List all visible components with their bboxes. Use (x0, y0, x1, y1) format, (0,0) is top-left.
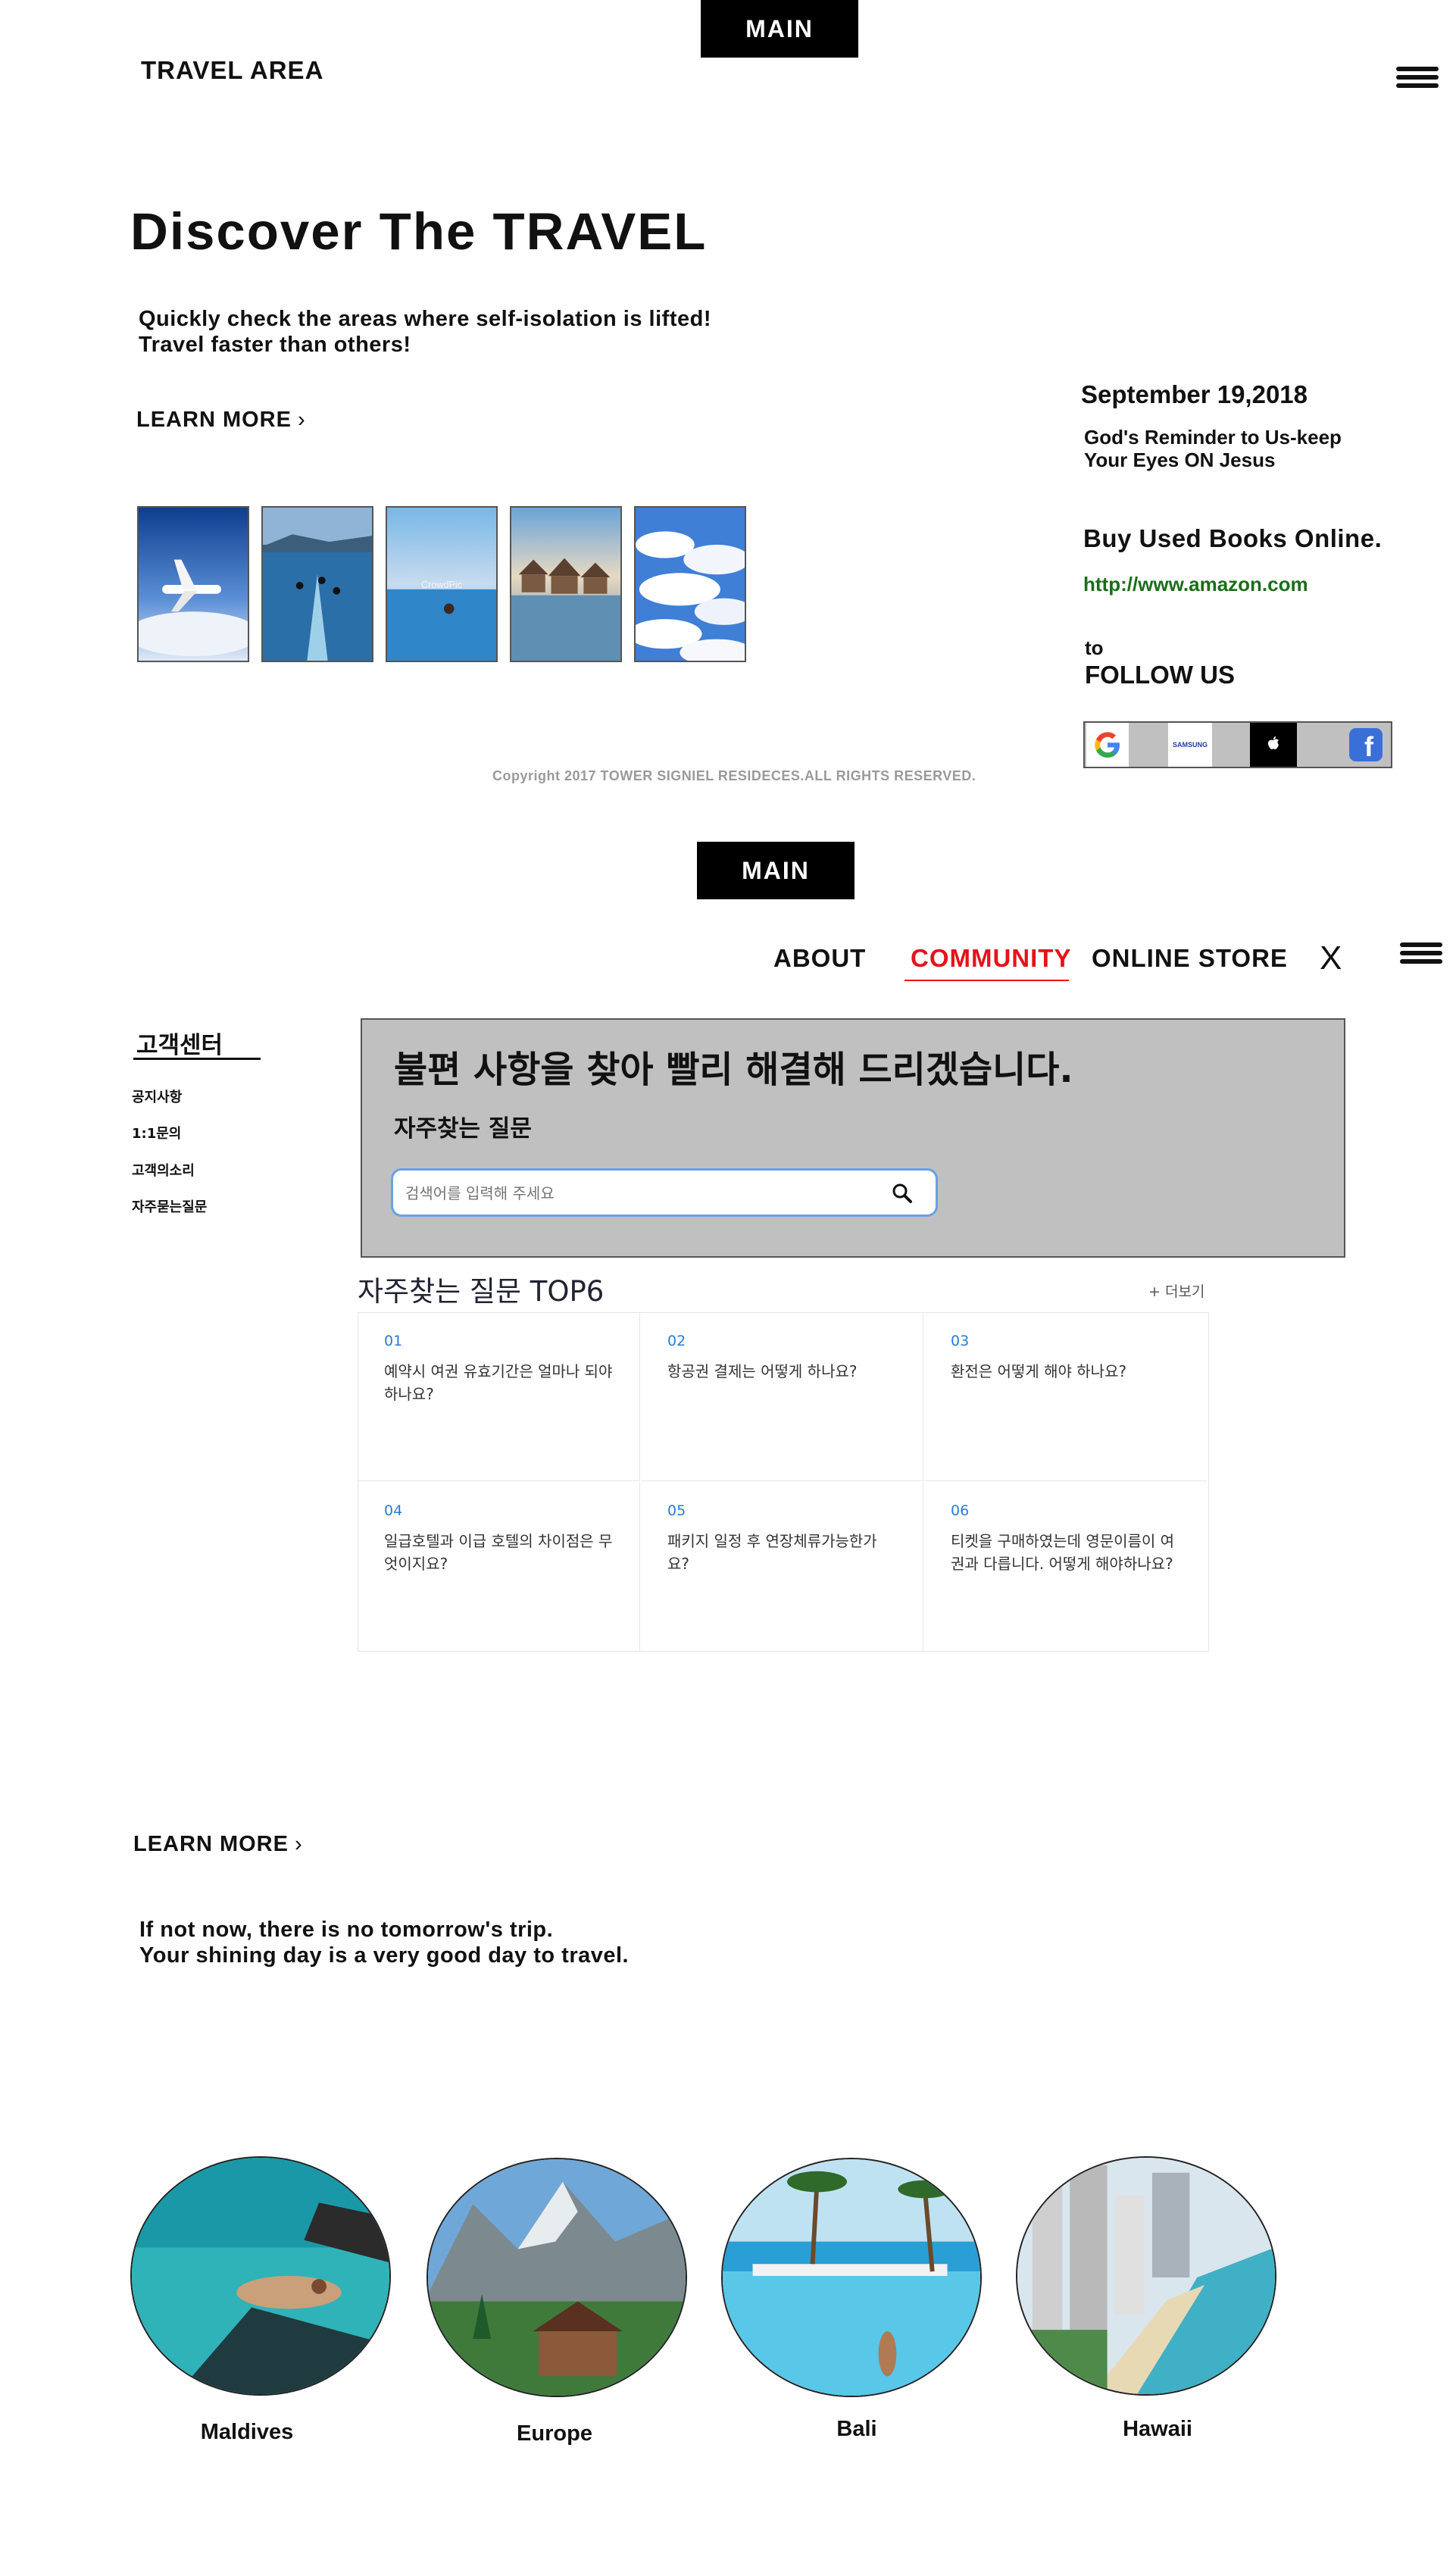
main-tab[interactable]: MAIN (697, 842, 855, 899)
hero-subtitle-line: Quickly check the areas where self-isola… (139, 307, 711, 331)
photo-divers[interactable] (261, 506, 373, 662)
search-box (391, 1168, 938, 1217)
faq-number: 02 (667, 1333, 686, 1349)
search-input[interactable] (404, 1178, 861, 1208)
follow-title: FOLLOW US (1085, 661, 1235, 689)
hero-title: Discover The TRAVEL (130, 202, 708, 261)
learn-more-label: LEARN MORE (136, 408, 292, 432)
faq-item[interactable]: 01 예약시 여권 유효기간은 얼마나 되야 하나요? (358, 1313, 640, 1481)
faq-item[interactable]: 05 패키지 일정 후 연장체류가능한가요? (642, 1483, 923, 1651)
watermark: CrowdPic (421, 580, 463, 590)
chevron-right-icon: › (294, 1832, 303, 1856)
nav-online-store[interactable]: ONLINE STORE (1092, 944, 1288, 973)
faq-question: 패키지 일정 후 연장체류가능한가요? (667, 1532, 877, 1573)
sidebar-divider (133, 1058, 261, 1060)
faq-item[interactable]: 06 티켓을 구매하였는데 영문이름이 여권과 다릅니다. 어떻게 해야하나요? (925, 1483, 1207, 1651)
faq-more-link[interactable]: + 더보기 (1148, 1280, 1204, 1301)
books-title: Buy Used Books Online. (1083, 524, 1383, 552)
books-link[interactable]: http://www.amazon.com (1083, 573, 1308, 596)
chevron-right-icon: › (297, 408, 306, 432)
hero-subtitle-line: Travel faster than others! (139, 333, 411, 357)
apple-icon[interactable] (1250, 723, 1297, 767)
destination-label[interactable]: Europe (441, 2421, 668, 2446)
faq-number: 06 (951, 1502, 970, 1519)
faq-item[interactable]: 03 환전은 어떻게 해야 하나요? (925, 1313, 1207, 1481)
hero-subtitle: Quickly check the areas where self-isola… (139, 306, 711, 358)
sidebar-item-voice[interactable]: 고객의소리 (132, 1160, 195, 1180)
facebook-glyph: f (1364, 731, 1374, 762)
nav-active-underline (905, 980, 1069, 981)
photo-water-bungalows[interactable] (510, 506, 622, 662)
banner-title: 불편 사항을 찾아 빨리 해결해 드리겠습니다. (394, 1049, 1073, 1091)
faq-number: 03 (951, 1333, 970, 1349)
photo-infinity-pool[interactable]: CrowdPic (386, 506, 498, 662)
tagline-line: If not now, there is no tomorrow's trip. (139, 1918, 554, 1942)
faq-number: 01 (384, 1333, 403, 1349)
faq-grid: 01 예약시 여권 유효기간은 얼마나 되야 하나요? 02 항공권 결제는 어… (358, 1312, 1209, 1652)
learn-more-link[interactable]: LEARN MORE › (136, 408, 306, 433)
faq-item[interactable]: 02 항공권 결제는 어떻게 하나요? (642, 1313, 923, 1481)
hamburger-icon[interactable] (1396, 67, 1439, 92)
social-bar: SAMSUNG f (1083, 721, 1392, 768)
aside-note: God's Reminder to Us-keep Your Eyes ON J… (1084, 426, 1342, 471)
destination-label[interactable]: Maldives (133, 2420, 361, 2445)
faq-number: 04 (384, 1502, 403, 1519)
sidebar-title: 고객센터 (136, 1032, 223, 1059)
photo-airplane[interactable] (137, 506, 249, 662)
nav-community[interactable]: COMMUNITY (911, 944, 1071, 973)
brand-logo[interactable]: TRAVEL AREA (141, 56, 323, 85)
destination-label[interactable]: Bali (743, 2417, 970, 2442)
destination-europe-image[interactable] (426, 2158, 687, 2397)
destination-label[interactable]: Hawaii (1044, 2417, 1271, 2442)
main-tab[interactable]: MAIN (701, 0, 858, 58)
aside-note-line: Your Eyes ON Jesus (1084, 449, 1276, 471)
faq-question: 예약시 여권 유효기간은 얼마나 되야 하나요? (384, 1362, 613, 1403)
tagline-line: Your shining day is a very good day to t… (139, 1943, 630, 1968)
aside-note-line: God's Reminder to Us-keep (1084, 426, 1342, 449)
close-icon[interactable]: X (1320, 939, 1342, 977)
faq-title: 자주찾는 질문 TOP6 (358, 1275, 605, 1308)
sidebar-item-faq[interactable]: 자주묻는질문 (132, 1196, 207, 1216)
destination-bali-image[interactable] (721, 2158, 982, 2397)
faq-question: 항공권 결제는 어떻게 하나요? (667, 1362, 858, 1380)
banner-subtitle: 자주찾는 질문 (394, 1115, 532, 1143)
destination-maldives-image[interactable] (130, 2156, 391, 2396)
follow-small: to (1085, 636, 1104, 659)
learn-more-label: LEARN MORE (133, 1832, 289, 1856)
nav-about[interactable]: ABOUT (773, 944, 866, 973)
sidebar-item-notice[interactable]: 공지사항 (132, 1086, 182, 1106)
faq-number: 05 (667, 1502, 686, 1519)
support-banner: 불편 사항을 찾아 빨리 해결해 드리겠습니다. 자주찾는 질문 (361, 1018, 1345, 1258)
faq-question: 티켓을 구매하였는데 영문이름이 여권과 다릅니다. 어떻게 해야하나요? (951, 1532, 1175, 1573)
copyright: Copyright 2017 TOWER SIGNIEL RESIDECES.A… (492, 768, 976, 783)
aside-date: September 19,2018 (1081, 380, 1308, 408)
google-icon[interactable] (1086, 723, 1129, 767)
search-icon[interactable] (890, 1181, 914, 1205)
faq-question: 일급호텔과 이급 호텔의 차이점은 무엇이지요? (384, 1532, 613, 1573)
sidebar-item-inquiry[interactable]: 1:1문의 (132, 1123, 181, 1143)
tagline: If not now, there is no tomorrow's trip.… (139, 1917, 629, 1968)
samsung-icon[interactable]: SAMSUNG (1168, 723, 1212, 767)
faq-item[interactable]: 04 일급호텔과 이급 호텔의 차이점은 무엇이지요? (358, 1483, 640, 1651)
destination-hawaii-image[interactable] (1016, 2156, 1276, 2396)
photo-clouds[interactable] (634, 506, 746, 662)
faq-question: 환전은 어떻게 해야 하나요? (951, 1362, 1127, 1380)
learn-more-link[interactable]: LEARN MORE › (133, 1832, 303, 1857)
facebook-icon[interactable]: f (1342, 723, 1389, 767)
hamburger-icon[interactable] (1400, 943, 1442, 968)
